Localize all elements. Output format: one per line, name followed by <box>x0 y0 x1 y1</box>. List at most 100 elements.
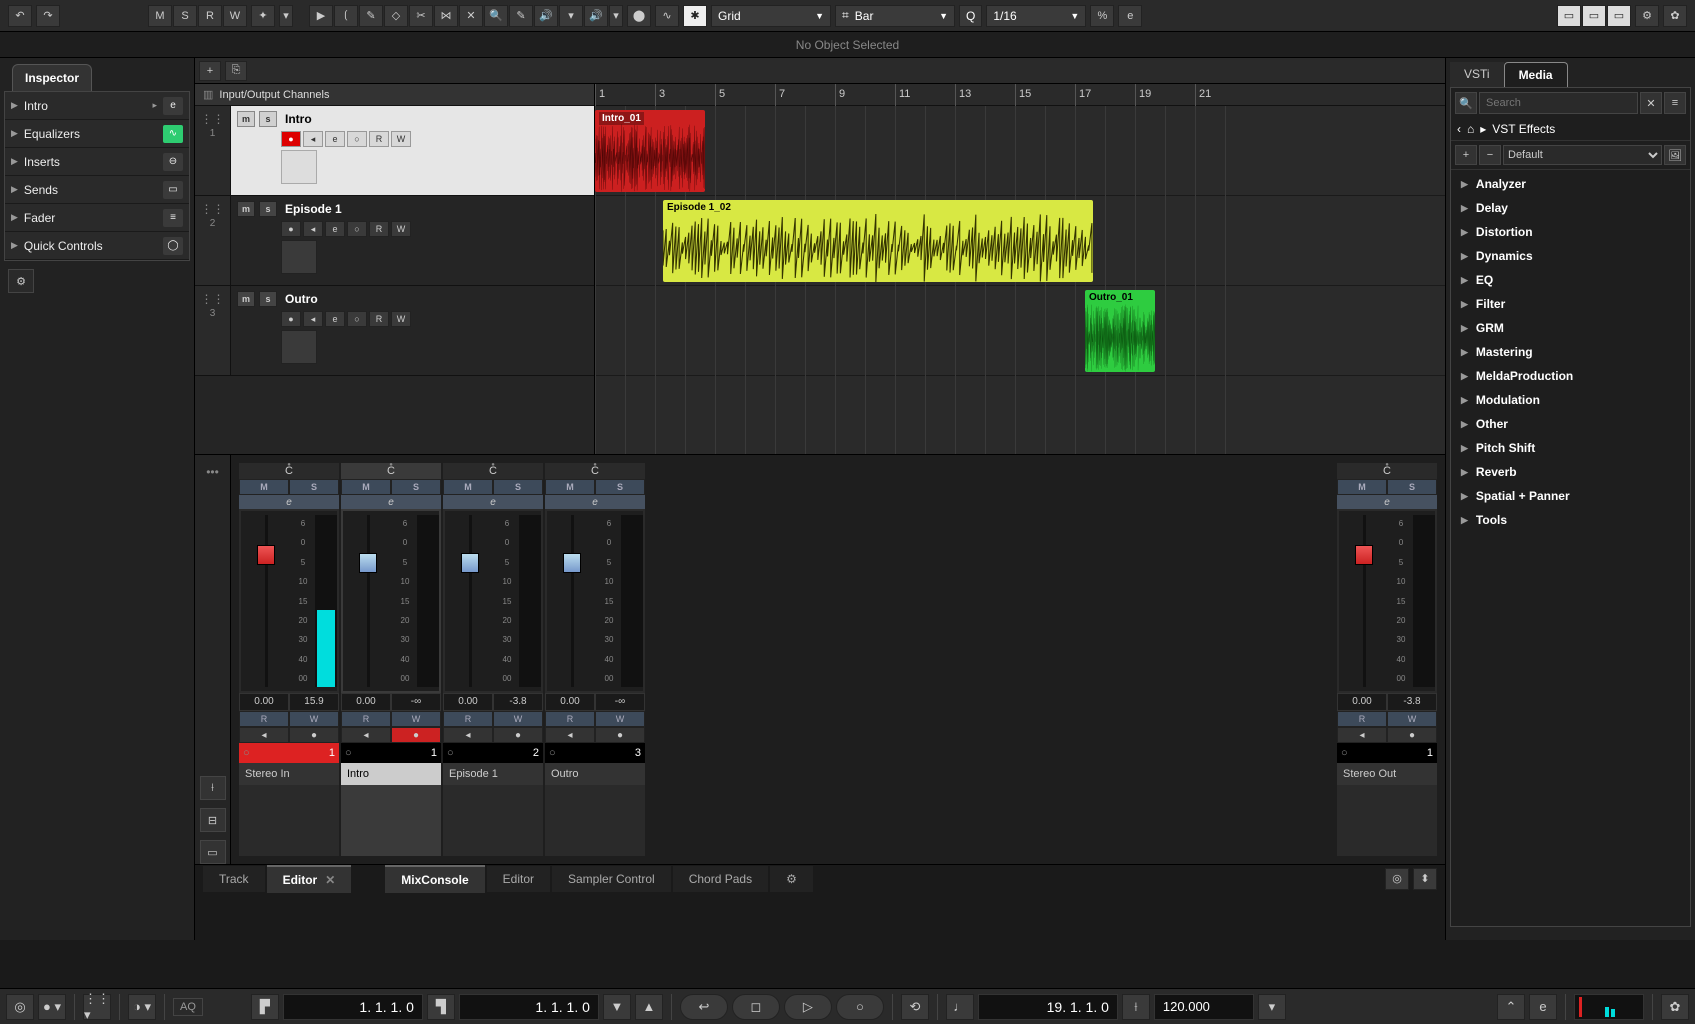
auto-quantize-button[interactable]: AQ <box>173 998 203 1016</box>
write-all-button[interactable]: W <box>223 5 247 27</box>
punch-out-button[interactable]: ▲ <box>635 994 663 1020</box>
inspector-sends[interactable]: ▶ Sends ▭ <box>5 176 189 204</box>
media-category-item[interactable]: ▶Pitch Shift <box>1451 436 1690 460</box>
eq-active-icon[interactable]: ∿ <box>163 125 183 143</box>
pan-label[interactable]: C <box>239 463 339 479</box>
read-automation-button[interactable]: R <box>239 711 289 727</box>
retrospective-rec-button[interactable]: ⟲ <box>901 994 929 1020</box>
punch-in-button[interactable]: ▼ <box>603 994 631 1020</box>
edit-channel-button[interactable]: e <box>443 495 543 509</box>
left-locator-flag[interactable]: ▛ <box>251 994 279 1020</box>
solo-button[interactable]: s <box>259 111 277 127</box>
record-button[interactable]: ○ <box>836 994 884 1020</box>
tab-track[interactable]: Track <box>203 866 265 892</box>
write-automation-button[interactable]: W <box>595 711 645 727</box>
nudge-left[interactable]: ∿ <box>655 5 679 27</box>
automation-mode-button[interactable]: ✦ <box>251 5 275 27</box>
write-automation-button[interactable]: W <box>493 711 543 727</box>
inspector-quick-controls[interactable]: ▶ Quick Controls ◯ <box>5 232 189 260</box>
arrangement-lane[interactable] <box>595 106 1445 196</box>
precount-button[interactable]: e <box>1529 994 1557 1020</box>
write-automation-button[interactable]: W <box>391 221 411 237</box>
monitor-button[interactable]: ◂ <box>1337 727 1387 743</box>
right-locator-display[interactable]: 1. 1. 1. 0 <box>459 994 599 1020</box>
click-button[interactable]: ⌃ <box>1497 994 1525 1020</box>
tool-mute[interactable]: ✕ <box>459 5 483 27</box>
fader-value[interactable]: 0.00 <box>545 693 595 711</box>
edit-channel-button[interactable]: e <box>325 131 345 147</box>
media-category-item[interactable]: ▶MeldaProduction <box>1451 364 1690 388</box>
tab-editor[interactable]: Editor <box>487 866 550 892</box>
read-automation-button[interactable]: R <box>369 221 389 237</box>
tool-timewarp[interactable]: 🔊 <box>534 5 558 27</box>
monitor-button[interactable]: ◂ <box>303 311 323 327</box>
solo-all-button[interactable]: S <box>173 5 197 27</box>
quantize-value-select[interactable]: 1/16▼ <box>986 5 1086 27</box>
mix-view-faders[interactable]: ⟊ <box>200 776 226 800</box>
rec-mode-button[interactable]: ● ▾ <box>38 994 66 1020</box>
monitor-button[interactable]: ◂ <box>341 727 391 743</box>
peak-value[interactable]: -∞ <box>391 693 441 711</box>
fader-value[interactable]: 0.00 <box>341 693 391 711</box>
solo-button[interactable]: s <box>259 201 277 217</box>
solo-button[interactable]: s <box>259 291 277 307</box>
media-category-item[interactable]: ▶Tools <box>1451 508 1690 532</box>
edit-channel-icon[interactable]: e <box>163 97 183 115</box>
tool-zoom[interactable]: 🔍 <box>484 5 508 27</box>
channel-output[interactable]: C MS e 605101520304000 0.00-3.8 RW ◂● ○1… <box>1337 463 1437 856</box>
pan-label[interactable]: C <box>1337 463 1437 479</box>
pan-label[interactable]: C <box>545 463 645 479</box>
tempo-mode-button[interactable]: ♩ <box>946 994 974 1020</box>
channel-strip[interactable]: C MS e 605101520304000 0.00-3.8 RW ◂● ○2… <box>443 463 543 856</box>
audio-clip[interactable]: Intro_01 <box>595 110 705 192</box>
show-media-button[interactable]: 🖼 <box>1664 145 1686 165</box>
write-automation-button[interactable]: W <box>391 711 441 727</box>
back-icon[interactable]: ‹ <box>1457 122 1461 136</box>
media-category-item[interactable]: ▶Delay <box>1451 196 1690 220</box>
position-display[interactable]: 19. 1. 1. 0 <box>978 994 1118 1020</box>
layout-1-button[interactable]: ▭ <box>1557 5 1581 27</box>
mute-button[interactable]: M <box>1337 479 1387 495</box>
channel-name[interactable]: Intro <box>341 763 441 785</box>
freeze-button[interactable]: ○ <box>347 221 367 237</box>
tool-comp[interactable]: ✎ <box>509 5 533 27</box>
monitor-button[interactable]: ◂ <box>303 131 323 147</box>
iterative-q-button[interactable]: % <box>1090 5 1114 27</box>
tool-draw[interactable]: ✎ <box>359 5 383 27</box>
open-q-panel-button[interactable]: e <box>1118 5 1142 27</box>
peak-value[interactable]: 15.9 <box>289 693 339 711</box>
write-automation-button[interactable]: W <box>391 131 411 147</box>
read-all-button[interactable]: R <box>198 5 222 27</box>
media-category-item[interactable]: ▶EQ <box>1451 268 1690 292</box>
pan-label[interactable]: C <box>341 463 441 479</box>
tempo-dropdown[interactable]: ▾ <box>1258 994 1286 1020</box>
edit-channel-button[interactable]: e <box>325 311 345 327</box>
tab-vsti[interactable]: VSTi <box>1450 62 1504 87</box>
automation-dropdown[interactable]: ▾ <box>279 5 293 27</box>
tool-play[interactable]: 🔊 <box>584 5 608 27</box>
fader-value[interactable]: 0.00 <box>239 693 289 711</box>
read-automation-button[interactable]: R <box>369 311 389 327</box>
inspector-track-name-row[interactable]: ▶ Intro ▸ e <box>5 92 189 120</box>
channel-strip[interactable]: C MS e 605101520304000 0.00-∞ RW ◂● ○1 I… <box>341 463 441 856</box>
add-track-button[interactable]: + <box>199 61 221 81</box>
tool-split[interactable]: ✂ <box>409 5 433 27</box>
fader[interactable] <box>1339 515 1389 687</box>
right-locator-flag[interactable]: ▜ <box>427 994 455 1020</box>
fader-cap[interactable] <box>359 553 377 573</box>
layout-2-button[interactable]: ▭ <box>1582 5 1606 27</box>
record-enable-button[interactable]: ● <box>281 131 301 147</box>
track-row[interactable]: ⋮⋮1 m s Intro ● ◂ e ○ R W <box>195 106 594 196</box>
tempo-track-button[interactable]: ⟊ <box>1122 994 1150 1020</box>
channel-name[interactable]: Stereo In <box>239 763 339 785</box>
fader-value[interactable]: 0.00 <box>1337 693 1387 711</box>
cycle-button[interactable]: ↩ <box>680 994 728 1020</box>
fader-icon[interactable]: ≡ <box>163 209 183 227</box>
home-icon[interactable]: ⌂ <box>1467 122 1474 136</box>
tool-range[interactable]: ⟮ <box>334 5 358 27</box>
media-category-item[interactable]: ▶Dynamics <box>1451 244 1690 268</box>
record-enable-button[interactable]: ● <box>493 727 543 743</box>
record-enable-button[interactable]: ● <box>1387 727 1437 743</box>
mute-button[interactable]: M <box>545 479 595 495</box>
read-automation-button[interactable]: R <box>1337 711 1387 727</box>
